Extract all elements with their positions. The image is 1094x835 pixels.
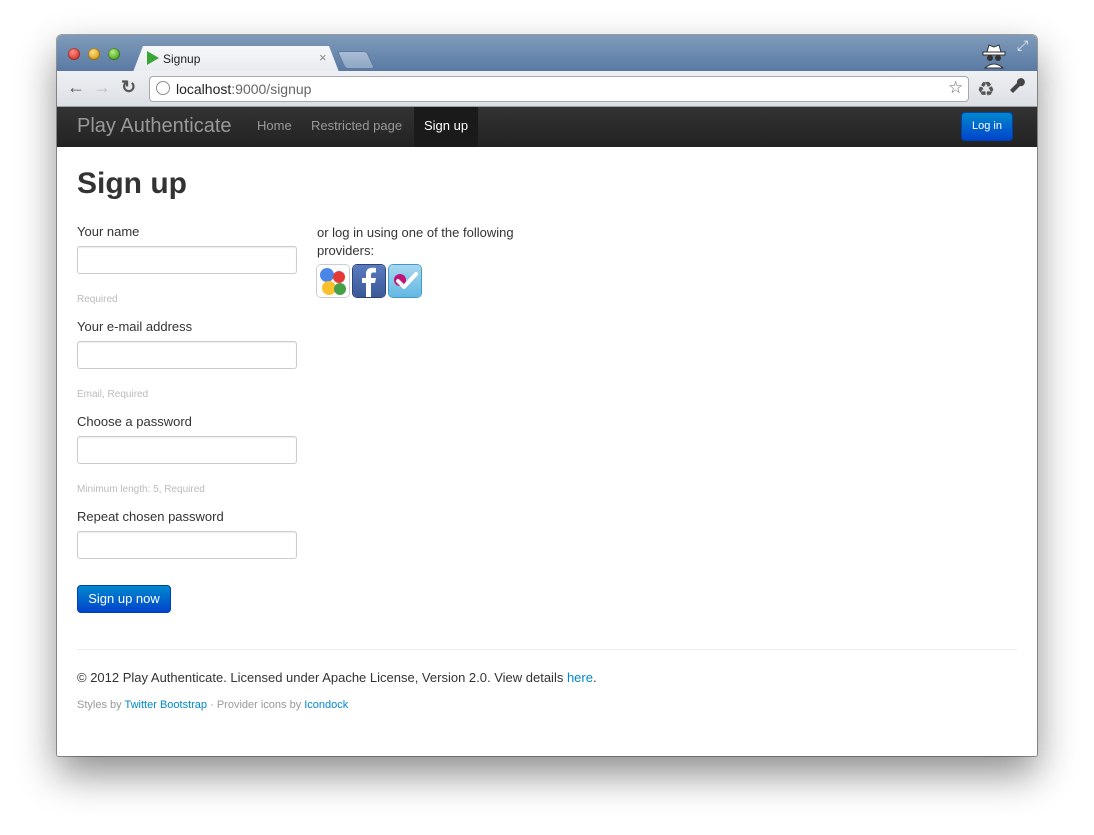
new-tab-button[interactable] — [336, 51, 376, 69]
page-content: Sign up Your name Required Your e-mail a… — [57, 147, 1037, 756]
copyright-text: © 2012 Play Authenticate. Licensed under… — [77, 670, 597, 685]
twitter-bootstrap-link[interactable]: Twitter Bootstrap — [125, 699, 208, 711]
zoom-window-button[interactable] — [108, 48, 120, 60]
nav-item-sign-up[interactable]: Sign up — [414, 107, 479, 147]
close-window-button[interactable] — [68, 48, 80, 60]
site-navbar: Play Authenticate Home Restricted page S… — [57, 107, 1037, 147]
footer-divider — [77, 649, 1017, 650]
recycle-icon[interactable]: ♻ — [977, 77, 995, 102]
wrench-icon[interactable] — [1009, 77, 1027, 95]
incognito-icon — [982, 44, 1006, 69]
play-icon — [147, 51, 159, 65]
sign-up-now-button[interactable]: Sign up now — [77, 585, 171, 613]
brand-logo[interactable]: Play Authenticate — [77, 115, 232, 138]
facebook-icon[interactable] — [353, 265, 385, 297]
foursquare-icon[interactable] — [389, 265, 421, 297]
license-here-link[interactable]: here — [567, 670, 593, 685]
forward-arrow-icon[interactable]: → — [93, 77, 111, 97]
name-help-text: Required — [77, 294, 118, 305]
icondock-link[interactable]: Icondock — [304, 699, 348, 711]
fullscreen-icon[interactable]: ⤢ — [1017, 37, 1028, 54]
tab-title: Signup — [163, 52, 201, 66]
globe-icon — [156, 81, 170, 95]
google-icon[interactable] — [317, 265, 349, 297]
browser-toolbar: ← → ↻ localhost:9000/signup ☆ ♻ — [57, 71, 1037, 107]
tab-close-icon[interactable]: × — [319, 50, 327, 65]
nav-item-restricted-page[interactable]: Restricted page — [301, 107, 412, 147]
browser-window: Signup × ⤢ ← → ↻ localhost:9000/signup ☆… — [57, 35, 1037, 756]
email-help-text: Email, Required — [77, 389, 149, 400]
email-input[interactable] — [77, 341, 297, 369]
repeat-password-input[interactable] — [77, 531, 297, 559]
back-arrow-icon[interactable]: ← — [67, 77, 85, 97]
email-label: Your e-mail address — [77, 319, 193, 334]
providers-text: or log in using one of the following pro… — [317, 225, 514, 258]
minimize-window-button[interactable] — [88, 48, 100, 60]
tab-strip: Signup × ⤢ — [57, 35, 1037, 72]
name-input[interactable] — [77, 246, 297, 274]
repeat-password-label: Repeat chosen password — [77, 509, 224, 524]
nav-item-home[interactable]: Home — [247, 107, 302, 147]
password-label: Choose a password — [77, 414, 192, 429]
browser-tab[interactable]: Signup × — [133, 46, 339, 72]
credits-text: Styles by Twitter Bootstrap · Provider i… — [77, 699, 349, 711]
page-title: Sign up — [77, 167, 187, 200]
name-label: Your name — [77, 224, 140, 239]
address-bar[interactable]: localhost:9000/signup ☆ — [149, 76, 969, 102]
reload-icon[interactable]: ↻ — [121, 77, 136, 97]
bookmark-star-icon[interactable]: ☆ — [948, 78, 963, 98]
url-text: localhost:9000/signup — [176, 81, 312, 97]
login-button[interactable]: Log in — [961, 112, 1013, 141]
password-help-text: Minimum length: 5, Required — [77, 484, 205, 495]
password-input[interactable] — [77, 436, 297, 464]
